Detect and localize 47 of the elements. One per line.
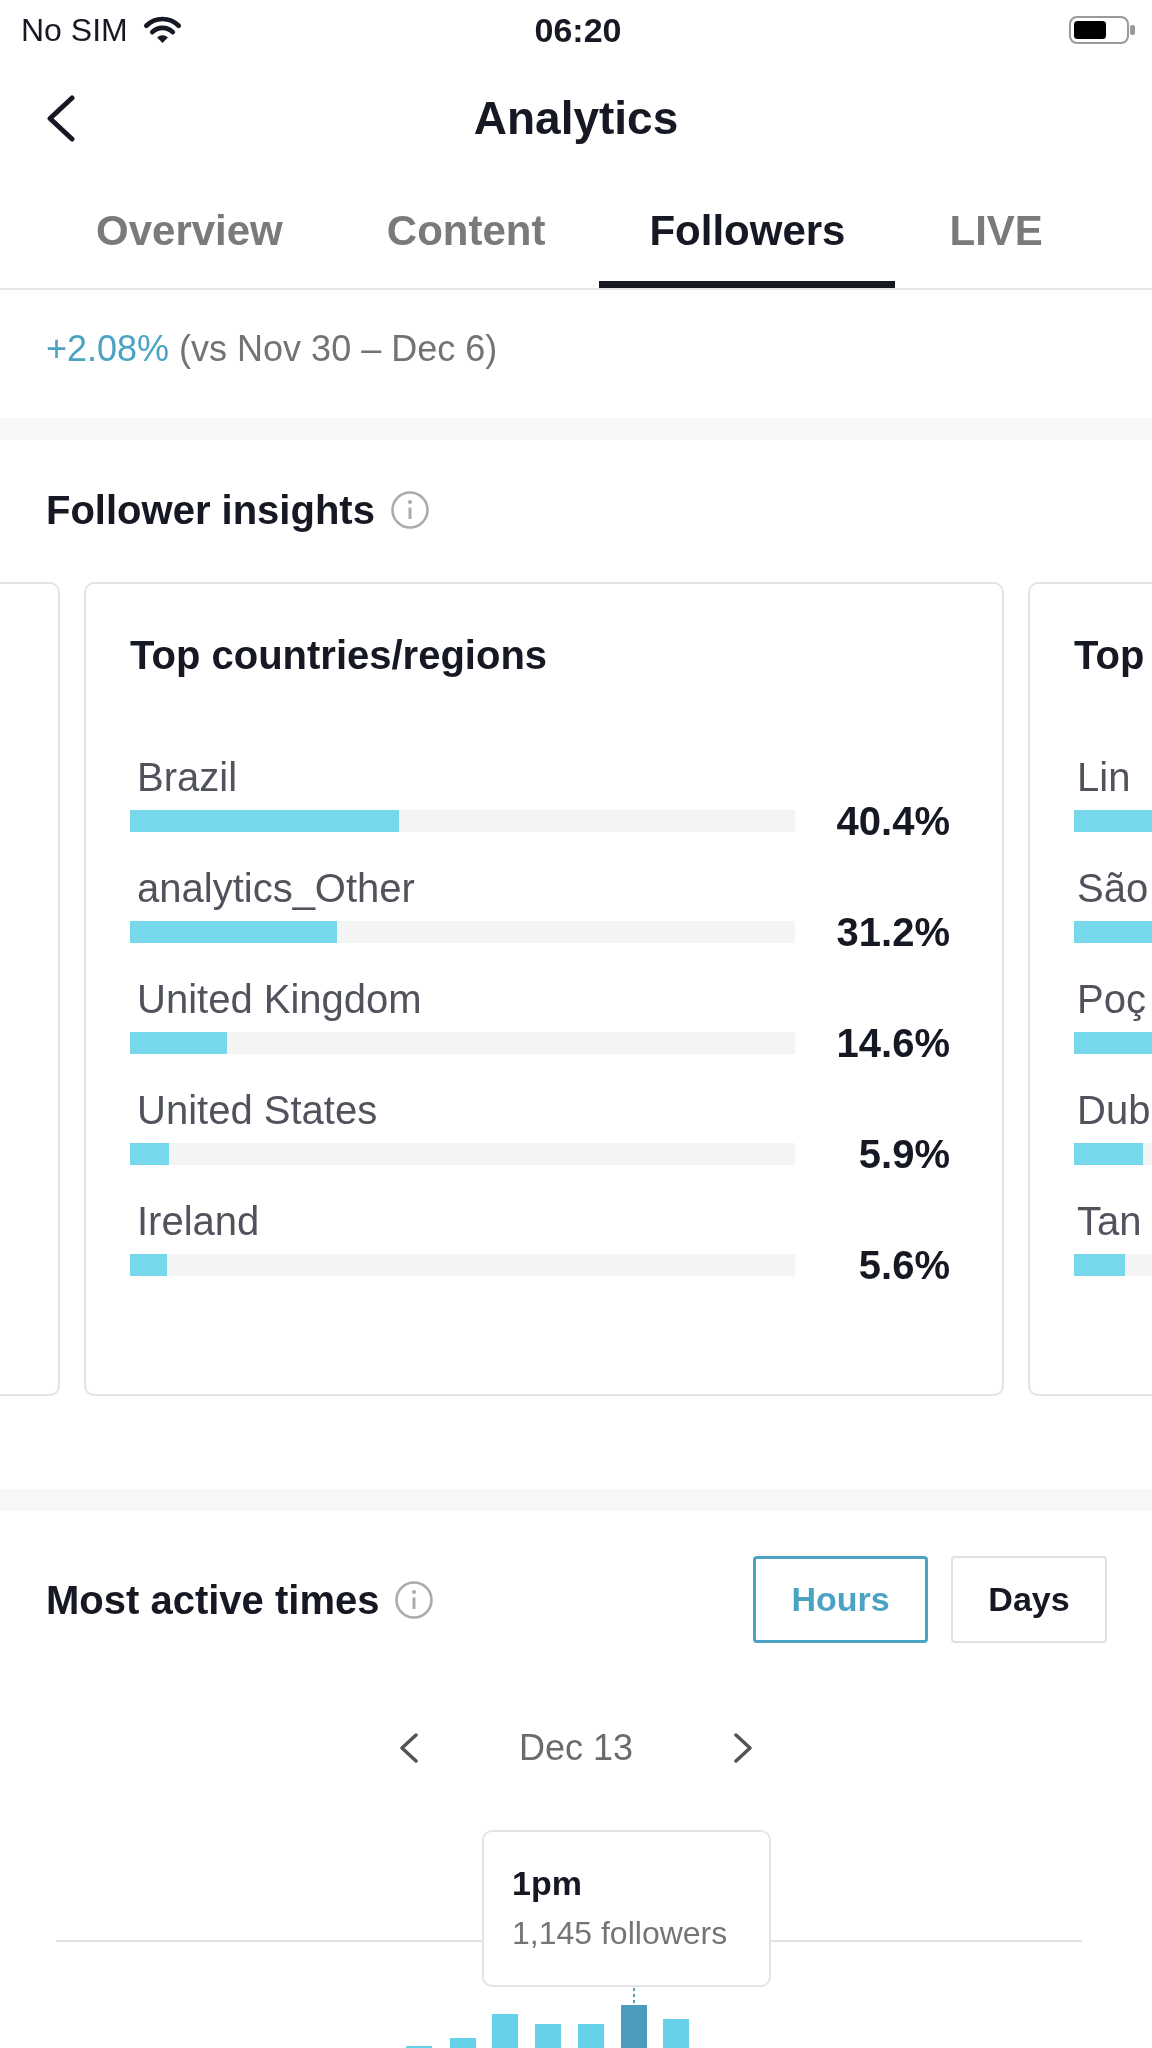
chart-bar[interactable]	[621, 2005, 647, 2048]
status-time: 06:20	[534, 10, 622, 50]
wifi-icon	[141, 16, 183, 44]
battery-icon	[1069, 16, 1135, 44]
section-title: Follower insights	[46, 487, 375, 534]
tab[interactable]: Content	[336, 176, 596, 288]
percent-value: 5.6%	[857, 1245, 950, 1285]
tab[interactable]: LIVE	[899, 176, 1093, 288]
chart-bar[interactable]	[450, 2038, 476, 2048]
chevron-right-icon[interactable]	[733, 1733, 754, 1763]
row-label: Poç	[1076, 976, 1147, 1023]
tooltip-time: 1pm	[512, 1863, 583, 1904]
info-icon[interactable]	[390, 491, 429, 529]
section-title: Most active times	[46, 1576, 380, 1624]
leader-line	[633, 1987, 635, 2006]
row-label: Tan	[1076, 1198, 1143, 1245]
toggle-button[interactable]: Hours	[753, 1556, 928, 1643]
chart-bar[interactable]	[578, 2024, 604, 2048]
row-label: São	[1076, 865, 1150, 912]
chevron-left-icon[interactable]	[398, 1733, 419, 1763]
chart-bar[interactable]	[663, 2019, 689, 2048]
tooltip-count: 1,145 followers	[512, 1914, 729, 1953]
carrier-label: No SIM	[21, 11, 128, 49]
card-title: Top	[1074, 632, 1146, 679]
tab[interactable]: Overview	[46, 176, 333, 288]
card-title: Top countries/regions	[130, 632, 549, 679]
date-label: Dec 13	[518, 1726, 634, 1770]
comparison-period: (vs Nov 30 – Dec 6)	[179, 327, 498, 371]
page-title: Analytics	[473, 91, 679, 146]
percent-value: 5.9%	[857, 1134, 950, 1174]
row-label: Dub	[1076, 1087, 1152, 1134]
percent-value: 40.4%	[835, 801, 950, 841]
row-label: Brazil	[136, 754, 239, 801]
row-label: United Kingdom	[136, 976, 423, 1023]
percent-value: 31.2%	[835, 912, 950, 952]
row-label: Lin	[1076, 754, 1132, 801]
chart-bar[interactable]	[535, 2024, 561, 2048]
row-label: Ireland	[136, 1198, 261, 1245]
row-label: United States	[136, 1087, 379, 1134]
percent-value: 14.6%	[835, 1023, 950, 1063]
info-icon[interactable]	[395, 1580, 434, 1619]
tab[interactable]: Followers	[599, 176, 896, 288]
toggle-button[interactable]: Days	[951, 1556, 1107, 1643]
change-percent: +2.08%	[46, 327, 170, 371]
back-icon[interactable]	[46, 94, 76, 142]
row-label: analytics_Other	[136, 865, 416, 912]
chart-bar[interactable]	[492, 2014, 518, 2048]
